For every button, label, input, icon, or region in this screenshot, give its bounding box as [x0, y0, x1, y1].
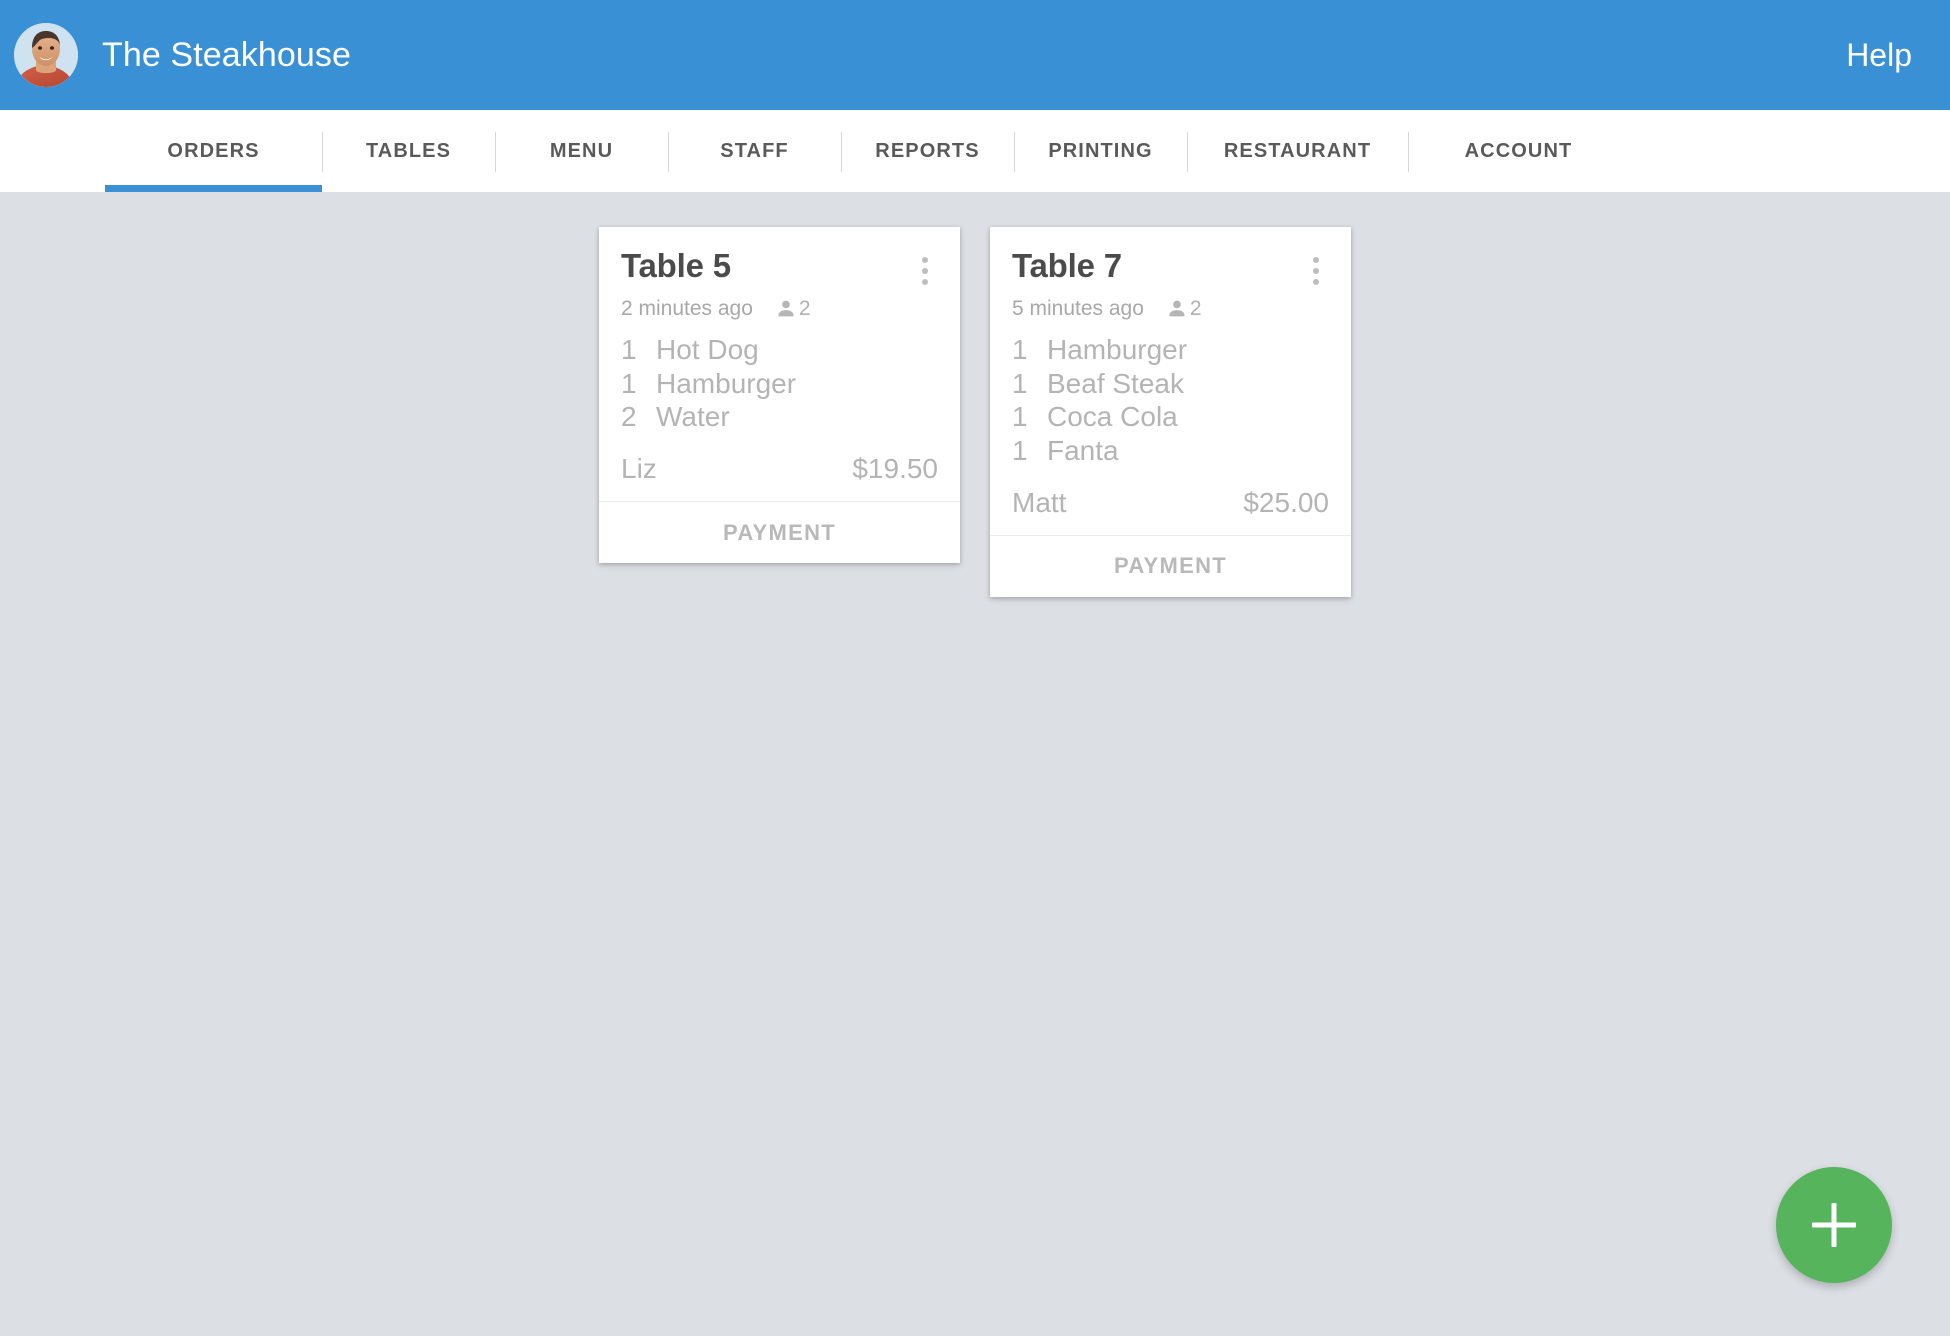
item-qty: 1: [1012, 334, 1028, 365]
list-item: 1 Hamburger: [1012, 335, 1329, 365]
tab-account[interactable]: ACCOUNT: [1408, 110, 1629, 192]
person-icon: [1166, 298, 1188, 320]
tab-printing-label: PRINTING: [1048, 139, 1153, 162]
tab-orders-label: ORDERS: [167, 139, 260, 162]
tab-restaurant[interactable]: RESTAURANT: [1187, 110, 1408, 192]
tab-account-label: ACCOUNT: [1464, 139, 1573, 162]
order-guest-count: 2: [798, 297, 811, 320]
item-qty: 1: [621, 367, 637, 399]
kebab-dot: [922, 268, 928, 274]
help-link[interactable]: Help: [1846, 37, 1912, 74]
item-name: Beaf Steak: [1047, 367, 1184, 399]
order-items-list: 1 Hamburger 1 Beaf Steak 1 Coca Cola 1 F…: [1012, 335, 1329, 466]
list-item: 2 Water: [621, 402, 938, 432]
list-item: 1 Hamburger: [621, 367, 938, 399]
order-totals-row: Liz $19.50: [621, 453, 938, 485]
kebab-menu-icon[interactable]: [1303, 254, 1329, 288]
order-total-amount: $19.50: [852, 453, 938, 485]
kebab-dot: [922, 257, 928, 263]
kebab-dot: [922, 279, 928, 285]
order-card[interactable]: Table 5 2 minutes ago 2 1 Hot Dog 1 Hamb…: [599, 227, 960, 564]
item-name: Fanta: [1047, 435, 1119, 467]
order-meta: 5 minutes ago 2: [1012, 297, 1329, 321]
item-name: Hamburger: [1047, 334, 1188, 365]
tab-reports[interactable]: REPORTS: [841, 110, 1014, 192]
orders-canvas: Table 5 2 minutes ago 2 1 Hot Dog 1 Hamb…: [0, 192, 1950, 1336]
order-elapsed-time: 5 minutes ago: [1012, 297, 1144, 320]
item-qty: 1: [1012, 435, 1028, 467]
list-item: 1 Fanta: [1012, 436, 1329, 466]
main-nav: ORDERS TABLES MENU STAFF REPORTS PRINTIN…: [0, 110, 1950, 192]
order-table-title: Table 5: [621, 247, 731, 284]
tab-restaurant-label: RESTAURANT: [1223, 139, 1372, 162]
order-elapsed-time: 2 minutes ago: [621, 297, 753, 320]
tab-printing[interactable]: PRINTING: [1014, 110, 1187, 192]
item-name: Water: [656, 401, 730, 433]
payment-button[interactable]: PAYMENT: [990, 534, 1351, 597]
kebab-dot: [1313, 279, 1319, 285]
order-guest-block: 2: [775, 297, 811, 321]
order-total-amount: $25.00: [1243, 486, 1329, 518]
order-card-body: Table 7 5 minutes ago 2 1 Hamburger 1 Be…: [990, 227, 1351, 535]
tab-reports-label: REPORTS: [875, 139, 980, 162]
add-order-button[interactable]: [1776, 1167, 1892, 1283]
kebab-dot: [1313, 268, 1319, 274]
tab-tables[interactable]: TABLES: [322, 110, 495, 192]
order-waiter-name: Liz: [621, 453, 657, 485]
user-avatar-photo: [14, 23, 78, 87]
order-guest-block: 2: [1166, 297, 1202, 321]
person-icon: [775, 298, 797, 320]
order-card-header: Table 5: [621, 247, 938, 288]
tab-staff-label: STAFF: [720, 139, 789, 162]
order-card-header: Table 7: [1012, 247, 1329, 288]
item-qty: 1: [1012, 401, 1028, 433]
payment-button[interactable]: PAYMENT: [599, 501, 960, 564]
order-card-body: Table 5 2 minutes ago 2 1 Hot Dog 1 Hamb…: [599, 227, 960, 501]
list-item: 1 Coca Cola: [1012, 402, 1329, 432]
item-name: Hamburger: [656, 367, 797, 399]
item-name: Coca Cola: [1047, 401, 1178, 433]
list-item: 1 Hot Dog: [621, 335, 938, 365]
order-guest-count: 2: [1189, 297, 1202, 320]
list-item: 1 Beaf Steak: [1012, 367, 1329, 399]
plus-icon: [1812, 1203, 1856, 1247]
tab-menu-label: MENU: [549, 139, 614, 162]
order-items-list: 1 Hot Dog 1 Hamburger 2 Water: [621, 335, 938, 432]
page-title: The Steakhouse: [102, 35, 352, 74]
item-qty: 2: [621, 401, 637, 433]
item-qty: 1: [1012, 367, 1028, 399]
avatar[interactable]: [14, 23, 78, 87]
app-header: The Steakhouse Help: [0, 0, 1950, 110]
order-waiter-name: Matt: [1012, 486, 1067, 518]
order-card[interactable]: Table 7 5 minutes ago 2 1 Hamburger 1 Be…: [990, 227, 1351, 597]
tab-tables-label: TABLES: [365, 139, 452, 162]
tab-staff[interactable]: STAFF: [668, 110, 841, 192]
order-table-title: Table 7: [1012, 247, 1122, 284]
order-totals-row: Matt $25.00: [1012, 487, 1329, 519]
item-qty: 1: [621, 334, 637, 365]
item-name: Hot Dog: [656, 334, 759, 365]
kebab-menu-icon[interactable]: [912, 254, 938, 288]
tab-orders[interactable]: ORDERS: [105, 110, 322, 192]
order-cards-container: Table 5 2 minutes ago 2 1 Hot Dog 1 Hamb…: [599, 227, 1351, 597]
order-meta: 2 minutes ago 2: [621, 297, 938, 321]
kebab-dot: [1313, 257, 1319, 263]
tab-menu[interactable]: MENU: [495, 110, 668, 192]
